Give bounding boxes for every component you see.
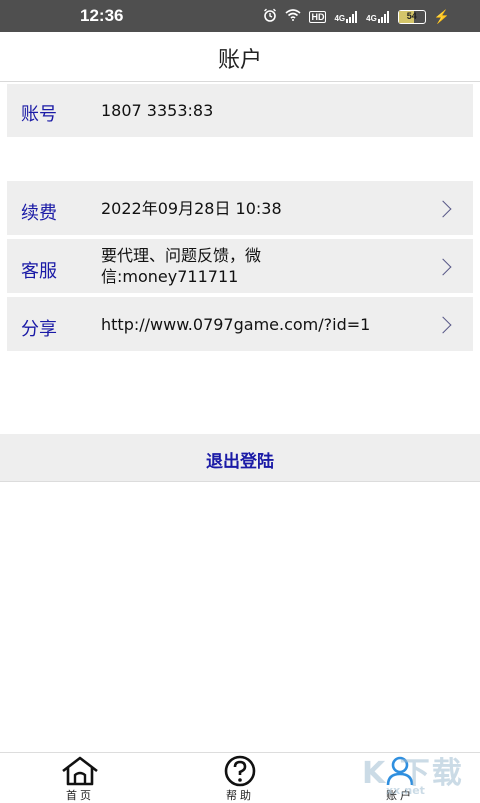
share-value: http://www.0797game.com/?id=1 bbox=[101, 315, 371, 334]
battery-icon: 54 bbox=[397, 9, 426, 24]
signal-4g-icon: 4G bbox=[334, 10, 358, 23]
home-icon bbox=[62, 756, 98, 786]
status-bar: 12:36 HD 4G 4G 54 ⚡ bbox=[0, 0, 480, 32]
logout-button[interactable]: 退出登陆 bbox=[0, 434, 480, 482]
tab-home-label: 首页 bbox=[66, 789, 94, 802]
share-label: 分享 bbox=[21, 319, 57, 340]
chevron-right-icon bbox=[434, 200, 452, 218]
chevron-right-icon bbox=[434, 258, 452, 276]
service-row[interactable]: 客服 要代理、问题反馈，微信:money711711 bbox=[7, 239, 473, 293]
watermark-domain: xx.net bbox=[386, 784, 425, 797]
account-value: 1807 3353:83 bbox=[101, 101, 214, 120]
account-row: 账号 1807 3353:83 bbox=[7, 84, 473, 137]
header: 账户 bbox=[0, 32, 480, 82]
renew-row[interactable]: 续费 2022年09月28日 10:38 bbox=[7, 181, 473, 235]
alarm-icon bbox=[263, 8, 277, 25]
help-icon bbox=[224, 755, 256, 787]
service-value: 要代理、问题反馈，微信:money711711 bbox=[101, 246, 262, 286]
tab-home[interactable]: 首页 bbox=[40, 753, 120, 802]
account-label: 账号 bbox=[21, 104, 57, 125]
tab-help[interactable]: 帮助 bbox=[200, 753, 280, 802]
service-label: 客服 bbox=[21, 261, 57, 282]
status-time: 12:36 bbox=[80, 6, 124, 25]
signal-4g-icon: 4G bbox=[366, 10, 390, 23]
tab-help-label: 帮助 bbox=[226, 789, 254, 802]
logout-label: 退出登陆 bbox=[206, 452, 274, 472]
charging-icon: ⚡ bbox=[433, 8, 450, 24]
share-row[interactable]: 分享 http://www.0797game.com/?id=1 bbox=[7, 297, 473, 351]
status-icons: HD 4G 4G 54 ⚡ bbox=[263, 8, 450, 25]
renew-value: 2022年09月28日 10:38 bbox=[101, 199, 282, 218]
watermark: K 下载 xx.net bbox=[356, 748, 476, 800]
page-title: 账户 bbox=[217, 48, 262, 73]
chevron-right-icon bbox=[434, 316, 452, 334]
hd-icon: HD bbox=[309, 10, 327, 23]
wifi-icon bbox=[285, 9, 301, 24]
renew-label: 续费 bbox=[21, 203, 57, 224]
